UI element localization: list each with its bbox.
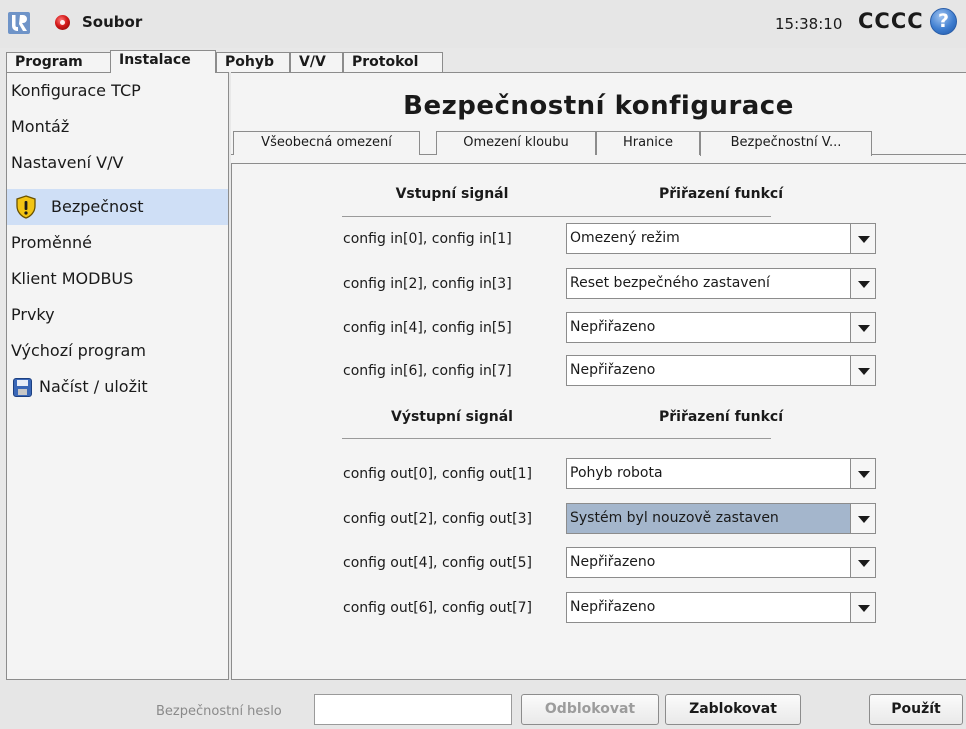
apply-button[interactable]: Použít xyxy=(869,694,963,725)
bottom-bar: Bezpečnostní heslo Odblokovat Zablokovat… xyxy=(0,680,966,729)
sidebar-item-label: Klient MODBUS xyxy=(11,269,134,288)
safety-password-label: Bezpečnostní heslo xyxy=(156,704,282,719)
input-signal-label: config in[2], config in[3] xyxy=(343,276,512,292)
sidebar-item-mounting[interactable]: Montáž xyxy=(7,109,228,145)
tab-program[interactable]: Program xyxy=(6,52,111,72)
sidebar-item-label: Bezpečnost xyxy=(51,197,144,216)
installation-sidebar: Konfigurace TCP Montáž Nastavení V/V Bez… xyxy=(6,72,229,680)
chevron-down-icon[interactable] xyxy=(850,459,875,488)
input-signal-header: Vstupní signál xyxy=(395,186,509,202)
sidebar-item-label: Výchozí program xyxy=(11,341,146,360)
tab-general-limits[interactable]: Všeobecná omezení xyxy=(233,131,420,155)
input-function-dropdown-2[interactable]: Nepřiřazeno xyxy=(566,312,876,343)
input-signal-label: config in[4], config in[5] xyxy=(343,320,512,336)
sidebar-item-default-program[interactable]: Výchozí program xyxy=(7,333,228,369)
sidebar-item-load-save[interactable]: Načíst / uložit xyxy=(7,369,228,405)
output-function-dropdown-2[interactable]: Nepřiřazeno xyxy=(566,547,876,578)
shield-warning-icon xyxy=(16,195,36,219)
file-menu[interactable]: Soubor xyxy=(82,13,142,31)
output-function-dropdown-0[interactable]: Pohyb robota xyxy=(566,458,876,489)
sidebar-item-safety[interactable]: Bezpečnost xyxy=(7,189,228,225)
output-function-dropdown-3[interactable]: Nepřiřazeno xyxy=(566,592,876,623)
sidebar-item-label: Načíst / uložit xyxy=(39,377,148,396)
sidebar-item-variables[interactable]: Proměnné xyxy=(7,225,228,261)
chevron-down-icon[interactable] xyxy=(850,356,875,385)
ur-logo-icon xyxy=(8,12,30,34)
unlock-button[interactable]: Odblokovat xyxy=(521,694,659,725)
input-function-dropdown-0[interactable]: Omezený režim xyxy=(566,223,876,254)
sidebar-item-label: Konfigurace TCP xyxy=(11,81,141,100)
dropdown-value: Pohyb robota xyxy=(570,465,663,481)
output-signal-label: config out[2], config out[3] xyxy=(343,511,532,527)
tab-instalace[interactable]: Instalace xyxy=(110,50,216,73)
dropdown-value: Omezený režim xyxy=(570,230,680,246)
sidebar-item-label: Montáž xyxy=(11,117,70,136)
chevron-down-icon[interactable] xyxy=(850,504,875,533)
tab-joint-limits[interactable]: Omezení kloubu xyxy=(436,131,596,155)
output-function-header: Přiřazení funkcí xyxy=(658,409,784,425)
chevron-down-icon[interactable] xyxy=(850,224,875,253)
help-icon[interactable]: ? xyxy=(930,8,957,35)
sidebar-item-io-setup[interactable]: Nastavení V/V xyxy=(7,145,228,181)
chevron-down-icon[interactable] xyxy=(850,313,875,342)
chevron-down-icon[interactable] xyxy=(850,269,875,298)
input-signal-label: config in[6], config in[7] xyxy=(343,363,512,379)
chevron-down-icon[interactable] xyxy=(850,548,875,577)
dropdown-value: Nepřiřazeno xyxy=(570,599,656,615)
power-status-icon[interactable] xyxy=(55,15,70,30)
safety-password-input[interactable] xyxy=(314,694,512,725)
input-function-dropdown-1[interactable]: Reset bezpečného zastavení xyxy=(566,268,876,299)
dropdown-value: Reset bezpečného zastavení xyxy=(570,275,770,291)
sidebar-item-features[interactable]: Prvky xyxy=(7,297,228,333)
dropdown-value: Systém byl nouzově zastaven xyxy=(570,510,779,526)
tab-vv[interactable]: V/V xyxy=(290,52,343,72)
output-signal-label: config out[4], config out[5] xyxy=(343,555,532,571)
clock-time: 15:38:10 xyxy=(775,15,843,33)
tab-pohyb[interactable]: Pohyb xyxy=(216,52,290,72)
output-header-divider xyxy=(342,438,771,439)
sidebar-item-label: Prvky xyxy=(11,305,55,324)
top-bar: Soubor 15:38:10 CCCC ? xyxy=(0,0,966,48)
chevron-down-icon[interactable] xyxy=(850,593,875,622)
safety-io-section: Vstupní signál Přiřazení funkcí config i… xyxy=(231,163,966,679)
robot-name: CCCC xyxy=(858,9,924,33)
sidebar-item-tcp-config[interactable]: Konfigurace TCP xyxy=(7,73,228,109)
output-function-dropdown-1[interactable]: Systém byl nouzově zastaven xyxy=(566,503,876,534)
page-title: Bezpečnostní konfigurace xyxy=(403,91,794,121)
tab-safety-io[interactable]: Bezpečnostní V... xyxy=(700,131,872,156)
input-signal-label: config in[0], config in[1] xyxy=(343,231,512,247)
input-header-divider xyxy=(342,216,771,217)
safety-config-panel: Bezpečnostní konfigurace Všeobecná omeze… xyxy=(231,72,966,680)
output-signal-header: Výstupní signál xyxy=(391,409,513,425)
lock-button[interactable]: Zablokovat xyxy=(665,694,801,725)
tab-boundaries[interactable]: Hranice xyxy=(596,131,700,155)
dropdown-value: Nepřiřazeno xyxy=(570,362,656,378)
dropdown-value: Nepřiřazeno xyxy=(570,319,656,335)
sidebar-item-label: Proměnné xyxy=(11,233,92,252)
output-signal-label: config out[0], config out[1] xyxy=(343,466,532,482)
output-signal-label: config out[6], config out[7] xyxy=(343,600,532,616)
sidebar-item-label: Nastavení V/V xyxy=(11,153,124,172)
input-function-header: Přiřazení funkcí xyxy=(658,186,784,202)
tab-protokol[interactable]: Protokol xyxy=(343,52,443,72)
floppy-disk-icon xyxy=(13,378,32,397)
dropdown-value: Nepřiřazeno xyxy=(570,554,656,570)
sidebar-item-modbus-client[interactable]: Klient MODBUS xyxy=(7,261,228,297)
main-tab-bar: Program Instalace Pohyb V/V Protokol xyxy=(0,50,966,73)
input-function-dropdown-3[interactable]: Nepřiřazeno xyxy=(566,355,876,386)
